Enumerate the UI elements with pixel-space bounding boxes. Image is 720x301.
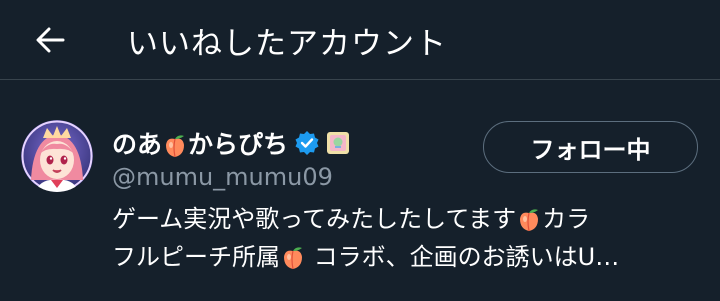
- user-bio: ゲーム実況や歌ってみたしたしてます カラ フルピーチ所属 コラボ、企画のお誘いは…: [112, 200, 702, 276]
- peach-emoji-icon: [284, 247, 302, 270]
- page-title: いいねしたアカウント: [127, 26, 447, 62]
- bio-text-2b: コラボ、企画のお誘いはU…: [306, 243, 620, 271]
- bio-line-2: フルピーチ所属 コラボ、企画のお誘いはU…: [112, 238, 702, 276]
- arrow-left-icon: [36, 27, 65, 53]
- bio-text-2a: フルピーチ所属: [112, 243, 280, 271]
- following-button[interactable]: フォロー中: [483, 121, 698, 173]
- verified-badge-icon: [295, 131, 319, 155]
- display-name-part2: からぴち: [188, 130, 289, 159]
- peach-emoji-icon: [520, 209, 539, 232]
- bio-text-1a: ゲーム実況や歌ってみたしたしてます: [112, 205, 517, 233]
- display-name-part1: のあ: [112, 130, 163, 159]
- display-name: のあ からぴち: [112, 125, 288, 161]
- account-list-item[interactable]: のあ からぴち @mumu_mumu09 フォロー中 ゲーム実況や歌ってみたした…: [0, 81, 720, 301]
- avatar[interactable]: [21, 120, 93, 192]
- display-name-line: のあ からぴち: [112, 125, 350, 161]
- bio-line-1: ゲーム実況や歌ってみたしたしてます カラ: [112, 200, 702, 238]
- affiliate-badge-icon[interactable]: [326, 131, 350, 155]
- bio-text-1b: カラ: [542, 205, 591, 233]
- peach-emoji-icon: [166, 135, 185, 158]
- top-app-bar: いいねしたアカウント: [0, 0, 720, 80]
- back-button[interactable]: [30, 20, 70, 60]
- user-handle: @mumu_mumu09: [112, 163, 333, 191]
